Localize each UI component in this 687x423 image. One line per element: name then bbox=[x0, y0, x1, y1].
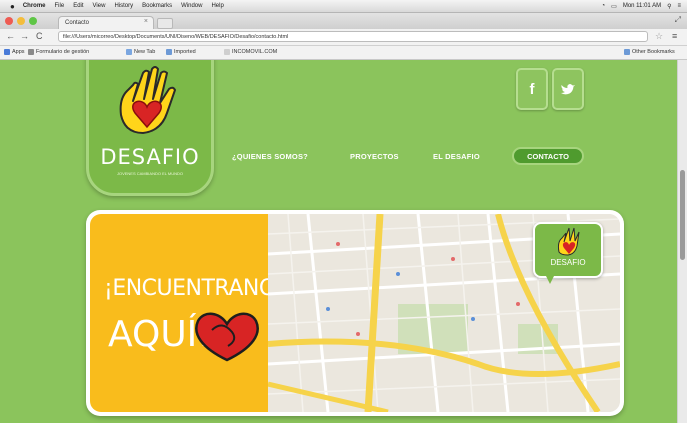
contact-card: ¡ENCUENTRANOS AQUÍ! DESAFIO bbox=[86, 210, 624, 416]
nav-proyectos[interactable]: PROYECTOS bbox=[350, 152, 399, 161]
menu-window[interactable]: Window bbox=[181, 3, 202, 9]
bookmark-label: New Tab bbox=[134, 49, 156, 55]
page-scrollbar[interactable] bbox=[677, 60, 687, 423]
folder-icon bbox=[624, 49, 630, 55]
page-icon bbox=[224, 49, 230, 55]
reload-button[interactable]: C bbox=[36, 31, 43, 41]
tab-title: Contacto bbox=[65, 20, 90, 26]
tab-strip: Contacto × ⤢ bbox=[0, 13, 687, 29]
menu-history[interactable]: History bbox=[114, 3, 133, 9]
address-bar[interactable]: file:///Users/micorreo/Desktop/Documents… bbox=[58, 31, 648, 42]
bookmark-label: Apps bbox=[12, 49, 25, 55]
scrollbar-thumb[interactable] bbox=[680, 170, 685, 260]
wifi-icon[interactable]: ◔ bbox=[602, 3, 606, 9]
bookmark-formulario[interactable]: Formulario de gestión bbox=[28, 49, 89, 55]
status-area: ◔ ▭ Mon 11:01 AM ⚲ ≡ bbox=[602, 0, 681, 12]
close-window-button[interactable] bbox=[5, 17, 13, 25]
battery-icon[interactable]: ▭ bbox=[611, 3, 617, 10]
bookmark-label: Imported bbox=[174, 49, 196, 55]
nav-contacto[interactable]: CONTACTO bbox=[512, 147, 584, 165]
page-icon bbox=[28, 49, 34, 55]
page-icon bbox=[126, 49, 132, 55]
new-tab-button[interactable] bbox=[157, 18, 173, 29]
tab-contacto[interactable]: Contacto × bbox=[58, 16, 154, 29]
apple-icon[interactable]: ● bbox=[10, 2, 15, 11]
bookmark-imported[interactable]: Imported bbox=[166, 49, 196, 55]
web-page: DESAFIO JOVENES CAMBIANDO EL MUNDO f ¿QU… bbox=[0, 60, 677, 423]
back-button[interactable]: ← bbox=[6, 31, 15, 41]
os-menubar: ● Chrome File Edit View History Bookmark… bbox=[0, 0, 687, 13]
bookmark-star-icon[interactable]: ☆ bbox=[655, 31, 663, 42]
bookmarks-bar: Apps Formulario de gestión New Tab Impor… bbox=[0, 46, 687, 60]
heart-icon bbox=[195, 312, 259, 362]
minimize-window-button[interactable] bbox=[17, 17, 25, 25]
hero-panel: ¡ENCUENTRANOS AQUÍ! bbox=[90, 214, 290, 412]
bubble-label: DESAFIO bbox=[550, 258, 586, 267]
twitter-button[interactable] bbox=[552, 68, 584, 110]
forward-button[interactable]: → bbox=[20, 31, 29, 41]
facebook-button[interactable]: f bbox=[516, 68, 548, 110]
bookmark-apps[interactable]: Apps bbox=[4, 49, 25, 55]
bookmark-incomovil[interactable]: INCOMOVIL.COM bbox=[224, 49, 277, 55]
bookmark-new-tab[interactable]: New Tab bbox=[126, 49, 155, 55]
small-hand-heart-icon bbox=[557, 227, 580, 256]
bubble-pointer bbox=[544, 272, 556, 284]
hand-heart-logo-icon bbox=[119, 66, 176, 134]
nav-el-desafio[interactable]: EL DESAFIO bbox=[433, 152, 480, 161]
bookmark-label: INCOMOVIL.COM bbox=[232, 49, 278, 55]
menu-app-name[interactable]: Chrome bbox=[23, 3, 46, 9]
folder-icon bbox=[166, 49, 172, 55]
facebook-icon: f bbox=[529, 80, 535, 98]
logo-tagline: JOVENES CAMBIANDO EL MUNDO bbox=[116, 171, 184, 176]
map-location-bubble[interactable]: DESAFIO bbox=[533, 222, 603, 278]
fullscreen-icon[interactable]: ⤢ bbox=[675, 15, 681, 25]
twitter-icon bbox=[561, 84, 575, 95]
nav-quienes-somos[interactable]: ¿QUIENES SOMOS? bbox=[232, 152, 308, 161]
menu-edit[interactable]: Edit bbox=[73, 3, 83, 9]
menu-view[interactable]: View bbox=[93, 3, 106, 9]
logo-wordmark: DESAFIO bbox=[100, 145, 200, 169]
zoom-window-button[interactable] bbox=[29, 17, 37, 25]
search-icon[interactable]: ⚲ bbox=[667, 3, 671, 10]
menu-help[interactable]: Help bbox=[211, 3, 223, 9]
notifications-icon[interactable]: ≡ bbox=[677, 3, 681, 9]
menu-file[interactable]: File bbox=[55, 3, 65, 9]
bookmark-other[interactable]: Other Bookmarks bbox=[624, 49, 675, 55]
menu-bookmarks[interactable]: Bookmarks bbox=[142, 3, 172, 9]
apps-icon bbox=[4, 49, 10, 55]
hero-heading: ¡ENCUENTRANOS bbox=[104, 276, 290, 301]
bookmark-label: Formulario de gestión bbox=[36, 49, 90, 55]
bookmark-label: Other Bookmarks bbox=[632, 49, 675, 55]
browser-toolbar: ← → C file:///Users/micorreo/Desktop/Doc… bbox=[0, 29, 687, 46]
clock[interactable]: Mon 11:01 AM bbox=[623, 3, 661, 9]
window-controls bbox=[5, 17, 37, 25]
close-tab-icon[interactable]: × bbox=[144, 18, 148, 25]
site-logo[interactable]: DESAFIO JOVENES CAMBIANDO EL MUNDO bbox=[86, 60, 214, 196]
chrome-menu-icon[interactable]: ≡ bbox=[672, 31, 677, 41]
